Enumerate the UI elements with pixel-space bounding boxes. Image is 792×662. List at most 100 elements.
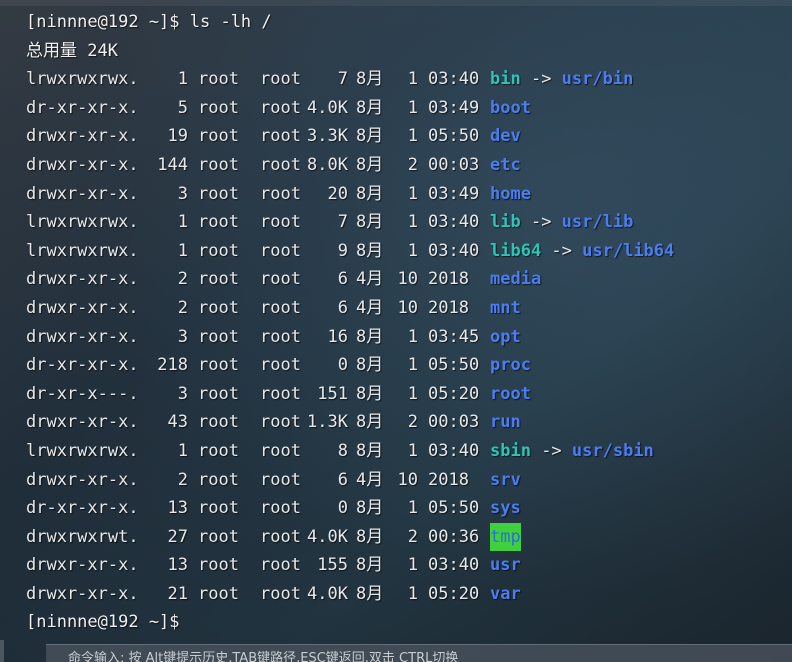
listing-row: lrwxrwxrwx. 1 root root 8 8月 1 03:40 sbin -> usr… [26,437,786,466]
link-count-cell: 3 [177,383,188,404]
month-cell: 8月 [356,526,384,547]
day-cell: 1 [407,498,418,519]
owner-cell: root [198,97,239,118]
entry-name: root [490,383,531,404]
entry-name: var [490,583,521,604]
terminal-output: [ninnne@192 ~]$ ls -lh / 总用量 24K lrwxrwx… [26,8,786,637]
permissions-cell: drwxr-xr-x. [26,555,139,576]
listing-row: dr-xr-xr-x. 5 root root 4.0K 8月 1 03:49 boot [26,94,786,123]
symlink-target: usr/lib [561,212,634,233]
link-count-cell: 3 [177,183,188,204]
link-count-cell: 2 [177,469,188,490]
listing-row: drwxr-xr-x. 3 root root 20 8月 1 03:49 home [26,180,786,209]
month-cell: 8月 [356,412,384,433]
link-count-cell: 1 [177,440,188,461]
owner-cell: root [198,183,239,204]
month-cell: 4月 [356,297,384,318]
listing-row: lrwxrwxrwx. 1 root root 7 8月 1 03:40 lib -> usr/… [26,208,786,237]
size-cell: 7 [337,69,348,90]
listing-row: drwxr-xr-x. 2 root root 6 4月 10 2018 media [26,265,786,294]
command-prompt-current[interactable]: [ninnne@192 ~]$ [26,608,786,637]
month-cell: 8月 [356,326,384,347]
day-cell: 1 [407,326,418,347]
time-cell: 05:50 [428,498,480,519]
group-cell: root [260,269,301,290]
link-count-cell: 3 [177,326,188,347]
size-cell: 9 [337,240,348,261]
day-cell: 1 [407,440,418,461]
owner-cell: root [198,583,239,604]
group-cell: root [260,297,301,318]
entry-name: dev [490,126,521,147]
day-cell: 2 [407,412,418,433]
size-cell: 6 [337,469,348,490]
time-cell: 2018 [428,269,469,290]
day-cell: 1 [407,212,418,233]
permissions-cell: dr-xr-x---. [26,383,139,404]
month-cell: 8月 [356,555,384,576]
time-cell: 00:03 [428,154,480,175]
owner-cell: root [198,440,239,461]
entry-name: home [490,183,531,204]
link-count-cell: 13 [167,555,188,576]
group-cell: root [260,97,301,118]
day-cell: 1 [407,240,418,261]
size-cell: 16 [327,326,348,347]
owner-cell: root [198,526,239,547]
month-cell: 8月 [356,583,384,604]
permissions-cell: dr-xr-xr-x. [26,355,139,376]
month-cell: 8月 [356,212,384,233]
month-cell: 8月 [356,154,384,175]
day-cell: 1 [407,97,418,118]
time-cell: 03:49 [428,97,480,118]
day-cell: 10 [397,297,418,318]
day-cell: 1 [407,69,418,90]
size-cell: 6 [337,297,348,318]
permissions-cell: drwxr-xr-x. [26,154,139,175]
day-cell: 1 [407,583,418,604]
entry-name: lib [490,212,521,233]
entry-name: etc [490,154,521,175]
link-count-cell: 1 [177,212,188,233]
entry-name: usr [490,555,521,576]
day-cell: 2 [407,526,418,547]
permissions-cell: lrwxrwxrwx. [26,440,139,461]
time-cell: 03:45 [428,326,480,347]
link-count-cell: 21 [167,583,188,604]
listing-row: drwxr-xr-x. 3 root root 16 8月 1 03:45 opt [26,323,786,352]
link-count-cell: 13 [167,498,188,519]
time-cell: 05:50 [428,126,480,147]
listing-row: drwxrwxrwt. 27 root root 4.0K 8月 2 00:36 tmp [26,522,786,552]
time-cell: 2018 [428,297,469,318]
time-cell: 2018 [428,469,469,490]
command-input-hint: 命令输入: 按 Alt键提示历史,TAB键路径,ESC键返回,双击 CTRL切换 [68,651,459,662]
owner-cell: root [198,269,239,290]
month-cell: 8月 [356,183,384,204]
link-count-cell: 218 [157,355,188,376]
size-cell: 4.0K [307,526,348,547]
time-cell: 03:40 [428,240,480,261]
listing-row: dr-xr-xr-x. 13 root root 0 8月 1 05:50 sys [26,494,786,523]
entry-name: sbin [490,440,531,461]
command-input-bar[interactable]: 命令输入: 按 Alt键提示历史,TAB键路径,ESC键返回,双击 CTRL切换 [46,644,792,662]
entry-name: srv [490,469,521,490]
symlink-arrow: -> [541,240,583,261]
group-cell: root [260,183,301,204]
link-count-cell: 1 [177,69,188,90]
owner-cell: root [198,412,239,433]
size-cell: 4.0K [307,97,348,118]
listing-row: dr-xr-xr-x. 218 root root 0 8月 1 05:50 proc [26,351,786,380]
month-cell: 8月 [356,498,384,519]
owner-cell: root [198,212,239,233]
group-cell: root [260,326,301,347]
time-cell: 05:20 [428,583,480,604]
month-cell: 8月 [356,97,384,118]
entry-name: bin [490,69,521,90]
group-cell: root [260,154,301,175]
group-cell: root [260,412,301,433]
time-cell: 05:50 [428,355,480,376]
symlink-arrow: -> [520,69,562,90]
terminal-window[interactable]: [ninnne@192 ~]$ ls -lh / 总用量 24K lrwxrwx… [0,0,792,662]
permissions-cell: drwxr-xr-x. [26,126,139,147]
group-cell: root [260,212,301,233]
